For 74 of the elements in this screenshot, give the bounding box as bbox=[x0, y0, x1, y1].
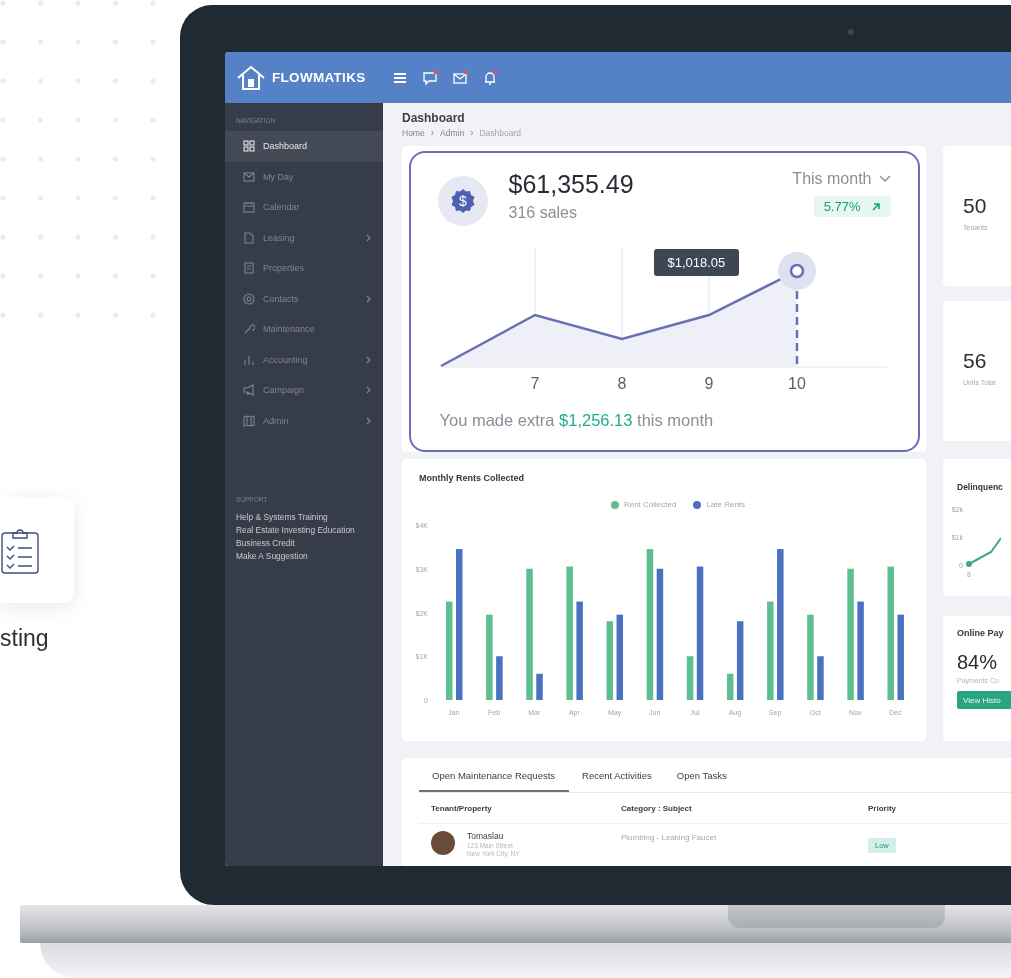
tab[interactable]: Open Tasks bbox=[664, 770, 739, 792]
at-sign-icon bbox=[243, 292, 255, 305]
caret-icon bbox=[878, 175, 891, 183]
sales-amount: $61,355.49 bbox=[508, 170, 635, 199]
card-title: Online Pay bbox=[957, 628, 1005, 638]
support-link[interactable]: Help & Systems Training bbox=[236, 512, 383, 522]
map-icon bbox=[243, 414, 255, 427]
feature-label: sting bbox=[0, 625, 49, 652]
support-link[interactable]: Business Credit bbox=[236, 538, 383, 548]
sidebar-item[interactable]: Campaign bbox=[225, 375, 383, 406]
value-tooltip: $1,018.05 bbox=[653, 249, 740, 276]
calendar-icon bbox=[243, 201, 255, 214]
bar bbox=[817, 656, 824, 700]
summary-text: You made extra $1,256.13 this month bbox=[439, 411, 715, 430]
column-header: Priority bbox=[868, 803, 897, 813]
support-link[interactable]: Make A Suggestion bbox=[236, 551, 383, 561]
sidebar-item[interactable]: Accounting bbox=[225, 344, 383, 375]
house-logo-icon bbox=[236, 64, 266, 91]
breadcrumb-separator: › bbox=[470, 128, 474, 138]
column-header: Tenant/Property bbox=[431, 803, 493, 813]
wrench-icon bbox=[243, 323, 255, 336]
envelope-icon bbox=[243, 170, 255, 183]
bar bbox=[726, 673, 734, 700]
delinquency-line bbox=[966, 537, 1001, 567]
breadcrumb-link[interactable]: Admin bbox=[440, 128, 465, 138]
axis-label: 7 bbox=[530, 375, 539, 392]
grid-icon bbox=[243, 140, 255, 153]
bar-chart-icon bbox=[243, 353, 255, 366]
chart-title: Monthly Rents Collected bbox=[418, 473, 525, 483]
bar bbox=[536, 673, 543, 700]
payment-percent: 84% bbox=[957, 651, 999, 674]
document-icon bbox=[243, 231, 255, 244]
column-header: Category : Subject bbox=[621, 803, 693, 813]
change-badge: 5.77% bbox=[813, 196, 891, 217]
sidebar-item[interactable]: Calendar bbox=[225, 192, 383, 223]
avatar bbox=[431, 831, 455, 855]
megaphone-icon bbox=[243, 384, 255, 397]
breadcrumb-separator: › bbox=[430, 128, 435, 138]
notification-icon[interactable] bbox=[482, 69, 498, 86]
tab[interactable]: Open Maintenance Requests bbox=[419, 770, 570, 792]
tenant-name: Tomaslau bbox=[467, 831, 505, 841]
breadcrumb-link[interactable]: Home bbox=[402, 128, 425, 138]
brand-name: FLOWMATIKS bbox=[272, 70, 366, 85]
stat-value: 56 bbox=[963, 349, 988, 373]
sidebar-item[interactable]: Admin bbox=[225, 405, 383, 436]
chart-title: Delinquenc bbox=[956, 482, 1004, 492]
page-title: Dashboard bbox=[402, 111, 466, 125]
bar bbox=[496, 656, 503, 700]
sidebar-item[interactable]: Properties bbox=[225, 253, 383, 284]
axis-label: 9 bbox=[704, 375, 713, 392]
axis-label: 10 bbox=[787, 375, 806, 392]
period-dropdown[interactable]: This month bbox=[792, 170, 891, 188]
sidebar-item[interactable]: Maintenance bbox=[225, 314, 383, 345]
legend-label: Late Rents bbox=[706, 500, 746, 509]
dollar-badge-icon: $ bbox=[437, 176, 488, 226]
axis-label: 8 bbox=[617, 375, 626, 392]
mail-icon[interactable] bbox=[452, 69, 468, 86]
sales-count: 316 sales bbox=[508, 204, 578, 222]
table-cell-text: Plumbing - Leaking Faucet bbox=[621, 832, 718, 844]
sidebar-item[interactable]: Contacts bbox=[225, 283, 383, 314]
building-icon bbox=[243, 262, 255, 275]
stat-value: 50 bbox=[963, 194, 988, 218]
sidebar-item[interactable]: Dashboard bbox=[225, 131, 383, 162]
bar bbox=[686, 656, 694, 700]
sidebar-item[interactable]: My Day bbox=[225, 161, 383, 192]
sidebar-item[interactable]: Leasing bbox=[225, 222, 383, 253]
view-history-button[interactable]: View Histo bbox=[957, 691, 1011, 709]
point-marker[interactable] bbox=[777, 252, 816, 290]
arrow-icon bbox=[870, 201, 881, 212]
tab[interactable]: Recent Activities bbox=[570, 770, 664, 792]
chat-icon[interactable] bbox=[422, 69, 438, 86]
legend-label: Rent Collected bbox=[623, 500, 677, 509]
support-link[interactable]: Real Estate Investing Education bbox=[236, 525, 383, 535]
camera-dot bbox=[848, 29, 854, 35]
